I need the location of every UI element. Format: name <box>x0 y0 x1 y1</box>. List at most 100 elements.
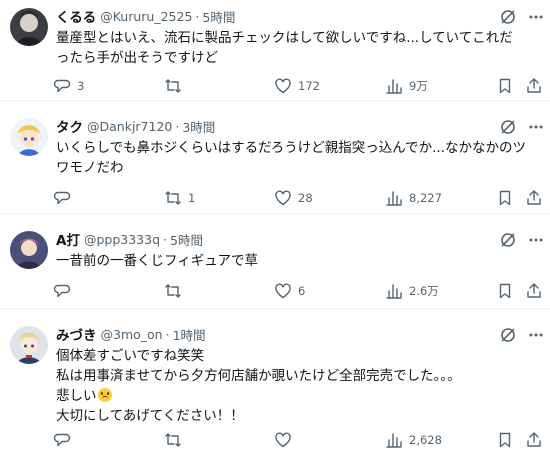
share-icon <box>525 431 543 449</box>
post-text-line: 個体差すごいですね笑笑 <box>56 348 205 364</box>
grok-icon <box>501 233 515 247</box>
view-count: 9万 <box>409 79 428 93</box>
repost-icon <box>164 77 182 95</box>
timestamp[interactable]: 5時間 <box>202 7 235 26</box>
bookmark-icon <box>496 431 514 449</box>
user-handle[interactable]: @Kururu_2525 <box>100 9 192 24</box>
share-icon <box>525 77 543 95</box>
display-name[interactable]: A打 <box>56 229 80 249</box>
timestamp[interactable]: 5時間 <box>170 230 203 249</box>
reply-button[interactable]: 3 <box>53 76 84 96</box>
bookmark-button[interactable] <box>496 76 514 96</box>
reply-post[interactable]: A打 @ppp3333q · 5時間 一昔前の一番くじフィギュアで草 6 2.6… <box>0 223 550 309</box>
more-icon <box>529 333 543 337</box>
post-text-line: 量産型とはいえ、流石に製品チェックはして欲しいですね...していてこれだ <box>56 30 513 46</box>
repost-button[interactable] <box>164 430 188 450</box>
share-button[interactable] <box>525 76 543 96</box>
timestamp[interactable]: 1時間 <box>173 325 206 344</box>
more-icon <box>529 125 543 129</box>
bookmark-icon <box>496 282 514 300</box>
like-button[interactable]: 6 <box>274 281 305 301</box>
action-bar: 1 28 8,227 <box>53 188 543 208</box>
post-header: A打 @ppp3333q · 5時間 <box>56 229 203 250</box>
views-button[interactable]: 2.6万 <box>385 281 439 301</box>
repost-button[interactable] <box>164 76 188 96</box>
views-button[interactable]: 2,628 <box>385 430 442 450</box>
view-count: 8,227 <box>409 191 442 205</box>
like-icon <box>274 189 292 207</box>
avatar[interactable] <box>10 8 48 46</box>
more-button[interactable] <box>525 6 547 28</box>
reply-button[interactable] <box>53 188 77 208</box>
post-text: いくらしでも鼻ホジくらいはするだろうけど親指突っ込んでか...なかなかのツ ワモ… <box>56 138 528 178</box>
repost-icon <box>164 282 182 300</box>
like-count: 6 <box>298 284 306 298</box>
like-button[interactable] <box>274 430 298 450</box>
post-text: 量産型とはいえ、流石に製品チェックはして欲しいですね...していてこれだ ったら… <box>56 28 528 68</box>
avatar[interactable] <box>10 231 48 269</box>
reply-post[interactable]: みづき @3mo_on · 1時間 個体差すごいですね笑笑 私は用事済ませてから… <box>0 318 550 463</box>
action-bar: 2,628 <box>53 430 543 450</box>
reply-button[interactable] <box>53 430 77 450</box>
display-name[interactable]: タク <box>56 116 83 136</box>
post-header: みづき @3mo_on · 1時間 <box>56 324 206 345</box>
reply-button[interactable] <box>53 281 77 301</box>
repost-button[interactable]: 1 <box>164 188 195 208</box>
bookmark-button[interactable] <box>496 281 514 301</box>
avatar[interactable] <box>10 326 48 364</box>
reply-count: 3 <box>77 79 85 93</box>
grok-button[interactable] <box>497 324 519 346</box>
like-icon <box>274 282 292 300</box>
more-icon <box>529 238 543 242</box>
user-handle[interactable]: @Dankjr7120 <box>87 119 172 134</box>
reply-post[interactable]: くるる @Kururu_2525 · 5時間 量産型とはいえ、流石に製品チェック… <box>0 0 550 101</box>
separator-dot: · <box>163 231 167 247</box>
view-count: 2,628 <box>409 433 442 447</box>
views-icon <box>385 77 403 95</box>
separator-dot: · <box>175 118 180 134</box>
more-button[interactable] <box>525 324 547 346</box>
grok-button[interactable] <box>497 229 519 251</box>
reply-feed: くるる @Kururu_2525 · 5時間 量産型とはいえ、流石に製品チェック… <box>0 0 550 463</box>
views-button[interactable]: 8,227 <box>385 188 442 208</box>
pleading-face-emoji <box>97 388 112 402</box>
post-text-sad: 悲しい <box>56 388 97 404</box>
more-button[interactable] <box>525 229 547 251</box>
user-handle[interactable]: @ppp3333q <box>84 232 160 247</box>
reply-icon <box>53 77 71 95</box>
more-button[interactable] <box>525 116 547 138</box>
share-button[interactable] <box>525 430 543 450</box>
views-button[interactable]: 9万 <box>385 76 428 96</box>
repost-icon <box>164 189 182 207</box>
repost-count: 1 <box>188 191 196 205</box>
like-button[interactable]: 172 <box>274 76 320 96</box>
action-bar: 3 172 9万 <box>53 76 543 96</box>
like-button[interactable]: 28 <box>274 188 313 208</box>
share-icon <box>525 282 543 300</box>
separator-dot: · <box>195 8 200 24</box>
grok-icon <box>501 328 515 342</box>
post-text-line: 私は用事済ませてから夕方何店舗か覗いたけど全部完売でした。。。 <box>56 368 461 384</box>
reply-post[interactable]: タク @Dankjr7120 · 3時間 いくらしでも鼻ホジくらいはするだろうけ… <box>0 110 550 214</box>
grok-button[interactable] <box>497 6 519 28</box>
like-icon <box>274 431 292 449</box>
repost-button[interactable] <box>164 281 188 301</box>
views-icon <box>385 189 403 207</box>
user-handle[interactable]: @3mo_on <box>101 327 163 342</box>
timestamp[interactable]: 3時間 <box>182 117 215 136</box>
post-text-line: 一昔前の一番くじフィギュアで草 <box>56 253 258 269</box>
grok-button[interactable] <box>497 116 519 138</box>
share-icon <box>525 189 543 207</box>
like-icon <box>274 77 292 95</box>
bookmark-button[interactable] <box>496 188 514 208</box>
display-name[interactable]: くるる <box>56 6 96 26</box>
bookmark-button[interactable] <box>496 430 514 450</box>
post-header: くるる @Kururu_2525 · 5時間 <box>56 6 235 27</box>
share-button[interactable] <box>525 188 543 208</box>
display-name[interactable]: みづき <box>56 324 97 344</box>
post-text-line: いくらしでも鼻ホジくらいはするだろうけど親指突っ込んでか...なかなかのツ <box>56 140 526 156</box>
avatar[interactable] <box>10 118 48 156</box>
reply-icon <box>53 431 71 449</box>
post-header: タク @Dankjr7120 · 3時間 <box>56 116 215 137</box>
share-button[interactable] <box>525 281 543 301</box>
